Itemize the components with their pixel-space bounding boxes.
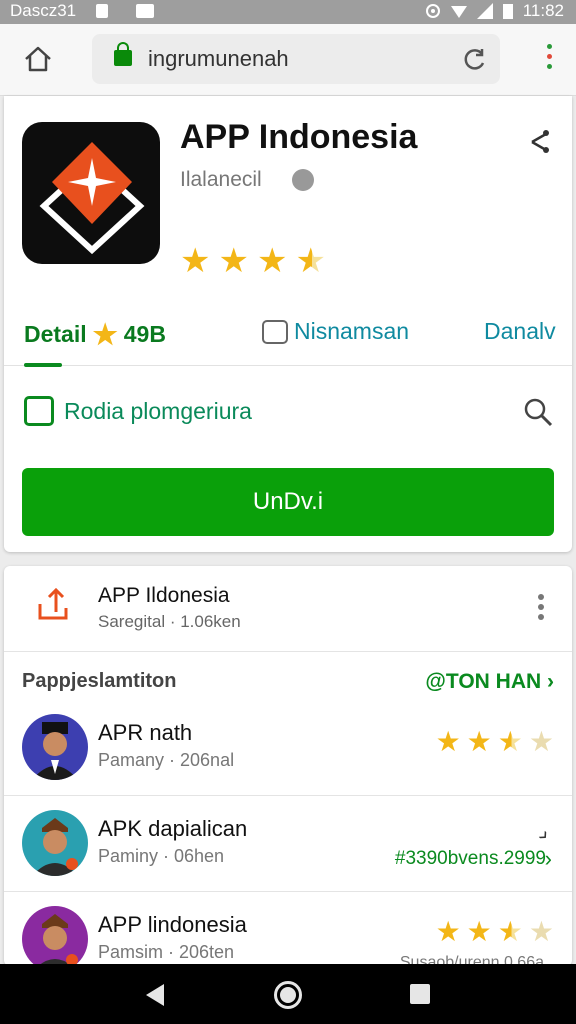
home-circle-icon[interactable] — [274, 981, 302, 1009]
half-star-icon: ★ — [497, 916, 523, 947]
empty-star-icon: ★ — [528, 726, 554, 757]
status-time: 11:82 — [522, 1, 564, 20]
notification-icon — [136, 4, 154, 18]
search-icon[interactable] — [522, 396, 554, 428]
item-rating-stars: ★ ★ ★ ★ — [436, 918, 554, 946]
browser-menu-icon[interactable] — [546, 44, 554, 74]
tab-detail[interactable]: Detail ★ 49B — [24, 318, 166, 351]
list-item[interactable]: APP lindonesia Pamsim · 206ten ★ ★ ★ ★ S… — [4, 892, 572, 966]
list-item[interactable]: APR nath Pamany · 206nal ★ ★ ★ ★ — [4, 700, 572, 796]
chevron-right-icon: › — [544, 846, 552, 871]
search-label: Rodia plomgeriura — [64, 398, 252, 424]
share-icon[interactable] — [524, 126, 554, 156]
tab-bar: Detail ★ 49B Nisnamsan Danalv — [4, 310, 572, 367]
home-icon[interactable] — [20, 41, 56, 77]
back-icon[interactable] — [146, 984, 164, 1006]
empty-star-icon: ★ — [528, 916, 554, 947]
half-star-icon: ★ — [497, 726, 523, 757]
active-tab-indicator — [24, 363, 62, 367]
app-logo — [22, 122, 160, 264]
tab-detail-label: Detail — [24, 321, 87, 347]
item-subtitle: Saregital · 1.06ken — [98, 612, 241, 631]
avatar — [22, 810, 88, 876]
search-row[interactable]: Rodia plomgeriura — [4, 386, 572, 436]
tab-reviews-label: Nisnamsan — [294, 318, 410, 344]
system-navigation-bar — [0, 964, 576, 1024]
star-icon: ★ — [92, 319, 118, 350]
section-link-label: @TON HAN — [425, 670, 542, 693]
tab-other-label: Danalv — [484, 318, 556, 344]
star-icon: ★ — [435, 726, 461, 757]
star-icon: ★ — [435, 916, 461, 947]
related-apps-card: APP Ildonesia Saregital · 1.06ken Pappje… — [4, 566, 572, 966]
update-icon — [38, 587, 68, 620]
wifi-icon — [450, 6, 467, 18]
item-price: #3390bvens.2999 — [394, 848, 546, 869]
lock-icon — [114, 42, 132, 66]
item-name: APR nath — [98, 720, 193, 745]
section-title: Pappjeslamtiton — [22, 670, 177, 692]
item-name: APP Ildonesia — [98, 584, 230, 607]
more-options-icon[interactable] — [538, 594, 544, 624]
item-subtitle: Pamany · 206nal — [98, 750, 235, 770]
tab-detail-rating: 49B — [123, 321, 166, 347]
list-item[interactable]: APK dapialican Paminy · 06hen › #3390bve… — [4, 796, 572, 892]
address-bar[interactable]: ingrumunenah — [92, 34, 500, 84]
item-name: APK dapialican — [98, 816, 248, 841]
half-star-icon: ★ — [295, 242, 326, 280]
url-text: ingrumunenah — [148, 46, 289, 71]
signal-icon — [476, 3, 493, 19]
chevron-icon: › — [533, 823, 557, 847]
list-item[interactable]: APP Ildonesia Saregital · 1.06ken — [4, 566, 572, 652]
install-button[interactable]: UnDv.i — [22, 468, 554, 536]
app-header-card: APP Indonesia Ilalanecil ★ ★ ★ ★ Detail … — [4, 96, 572, 552]
section-see-all-link[interactable]: @TON HAN › — [425, 670, 554, 694]
battery-icon — [502, 4, 513, 19]
tab-reviews[interactable]: Nisnamsan — [262, 318, 409, 345]
app-rating-stars: ★ ★ ★ ★ — [180, 244, 326, 278]
avatar — [22, 906, 88, 966]
tab-other[interactable]: Danalv — [484, 318, 556, 345]
star-icon: ★ — [218, 242, 249, 280]
star-icon: ★ — [466, 726, 492, 757]
status-bar: Dascz31 11:82 — [0, 0, 576, 24]
chat-icon — [262, 319, 288, 344]
alarm-icon — [425, 4, 440, 18]
app-title: APP Indonesia — [180, 118, 418, 156]
chevron-right-icon: › — [547, 670, 554, 693]
browser-toolbar: ingrumunenah — [0, 24, 576, 96]
recent-apps-icon[interactable] — [410, 984, 430, 1004]
item-subtitle: Pamsim · 206ten — [98, 942, 235, 962]
star-icon: ★ — [466, 916, 492, 947]
item-rating-stars: ★ ★ ★ ★ — [436, 728, 554, 756]
developer-name[interactable]: Ilalanecil — [180, 168, 262, 192]
verified-badge-icon — [292, 169, 314, 191]
item-name: APP lindonesia — [98, 912, 247, 937]
message-icon — [24, 396, 54, 426]
star-icon: ★ — [256, 242, 288, 280]
notification-icon — [96, 4, 108, 18]
item-subtitle: Paminy · 06hen — [98, 846, 225, 866]
star-icon: ★ — [180, 242, 211, 280]
status-left-text: Dascz31 — [10, 1, 77, 20]
reload-icon[interactable] — [462, 46, 488, 72]
avatar — [22, 714, 88, 780]
